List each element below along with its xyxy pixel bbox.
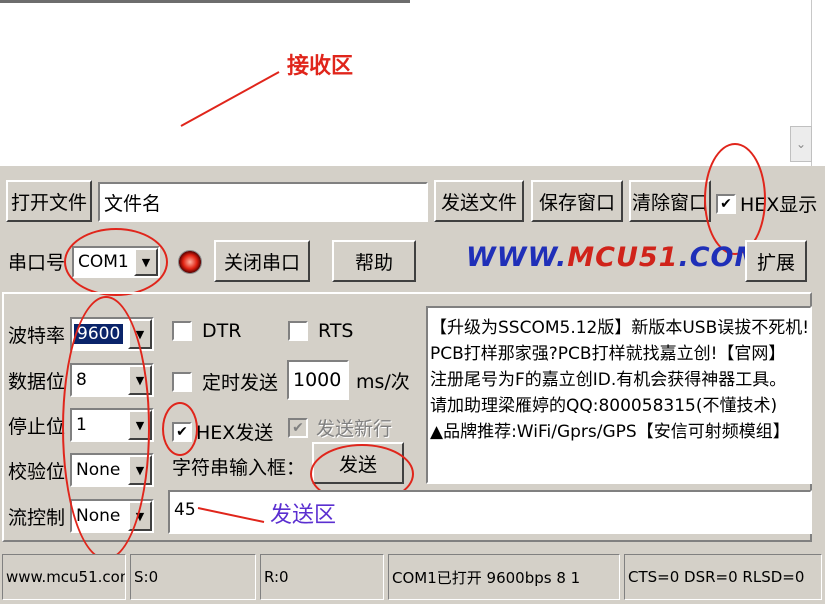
- status-received-count: R:0: [260, 554, 384, 600]
- chevron-down-icon[interactable]: ▼: [128, 319, 152, 349]
- parity-value: None: [76, 460, 121, 480]
- save-window-button[interactable]: 保存窗口: [531, 180, 623, 222]
- baud-select[interactable]: 9600 ▼: [70, 317, 154, 351]
- clear-window-button[interactable]: 清除窗口: [629, 180, 711, 222]
- info-line: 【升级为SSCOM5.12版】新版本USB误拔不死机!: [430, 317, 810, 338]
- hex-send-label: HEX发送: [196, 422, 274, 444]
- data-bits-select[interactable]: 8 ▼: [70, 363, 154, 397]
- stop-bits-label: 停止位: [8, 415, 66, 438]
- send-interval-input[interactable]: 1000: [287, 360, 349, 400]
- send-area-annotation: 发送区: [270, 503, 337, 528]
- status-site: www.mcu51.com: [2, 554, 126, 600]
- send-interval-unit: ms/次: [356, 370, 410, 393]
- port-value: COM1: [78, 252, 129, 272]
- baud-label: 波特率: [8, 324, 66, 347]
- chevron-down-icon[interactable]: ▼: [128, 365, 152, 395]
- send-button[interactable]: 发送: [312, 442, 404, 484]
- send-newline-checkbox[interactable]: ✔ 发送新行: [288, 414, 392, 441]
- hex-send-checkbox[interactable]: ✔ HEX发送: [172, 418, 273, 445]
- flow-control-label: 流控制: [8, 506, 66, 529]
- data-bits-value: 8: [76, 370, 87, 390]
- port-label: 串口号: [8, 251, 66, 274]
- timed-send-checkbox[interactable]: 定时发送: [172, 368, 278, 395]
- file-name-field[interactable]: 文件名: [98, 182, 428, 222]
- scrollbar-down-button[interactable]: ⌄: [790, 126, 812, 162]
- info-line[interactable]: PCB打样那家强?PCB打样就找嘉立创!【官网】: [430, 338, 785, 364]
- dtr-check-icon: [172, 321, 192, 341]
- rts-checkbox[interactable]: RTS: [288, 320, 354, 342]
- rts-check-icon: [288, 321, 308, 341]
- info-panel: 【升级为SSCOM5.12版】新版本USB误拔不死机! PCB打样那家强?PCB…: [426, 306, 812, 484]
- website-logo: WWW.MCU51.COM: [466, 242, 762, 273]
- flow-control-select[interactable]: None ▼: [70, 499, 154, 533]
- string-input-label: 字符串输入框：: [172, 456, 306, 479]
- flow-control-value: None: [76, 506, 121, 526]
- chevron-down-icon[interactable]: ▼: [128, 455, 152, 485]
- status-sent-count: S:0: [130, 554, 256, 600]
- expand-button[interactable]: 扩展: [745, 240, 807, 282]
- chevron-down-icon[interactable]: ▼: [128, 501, 152, 531]
- dtr-label: DTR: [202, 320, 242, 342]
- website-logo-text: WWW.MCU51.COM: [466, 242, 763, 273]
- receive-area[interactable]: [0, 0, 812, 166]
- receive-area-annotation: 接收区: [287, 54, 354, 79]
- port-status-led-icon: [178, 250, 202, 274]
- send-newline-label: 发送新行: [316, 418, 393, 440]
- timed-send-check-icon: [172, 371, 192, 392]
- parity-label: 校验位: [8, 460, 66, 483]
- close-port-button[interactable]: 关闭串口: [214, 240, 310, 282]
- chevron-down-icon[interactable]: ▼: [128, 410, 152, 440]
- help-button[interactable]: 帮助: [332, 240, 416, 282]
- chevron-down-icon[interactable]: ▼: [134, 248, 158, 276]
- stop-bits-value: 1: [76, 415, 87, 435]
- rts-label: RTS: [318, 320, 354, 342]
- open-file-button[interactable]: 打开文件: [6, 180, 92, 222]
- data-bits-label: 数据位: [8, 370, 66, 393]
- status-port-info: COM1已打开 9600bps 8 1: [388, 554, 620, 600]
- receive-annotation-arrow: [180, 71, 280, 127]
- timed-send-label: 定时发送: [202, 372, 279, 394]
- port-select[interactable]: COM1 ▼: [72, 246, 160, 278]
- parity-select[interactable]: None ▼: [70, 453, 154, 487]
- status-signals: CTS=0 DSR=0 RLSD=0: [624, 554, 822, 600]
- hex-display-label: HEX显示: [740, 194, 818, 216]
- hex-display-check-icon: ✔: [716, 193, 736, 214]
- stop-bits-select[interactable]: 1 ▼: [70, 408, 154, 442]
- baud-value: 9600: [74, 324, 124, 344]
- hex-send-check-icon: ✔: [172, 421, 192, 442]
- send-annotation-arrow: [197, 507, 265, 523]
- top-edge: [0, 0, 410, 3]
- send-file-button[interactable]: 发送文件: [434, 180, 524, 222]
- info-line[interactable]: 注册尾号为F的嘉立创ID.有机会获得神器工具。: [430, 364, 786, 390]
- info-line: 请加助理梁雁婷的QQ:800058315(不懂技术): [430, 395, 778, 416]
- info-line[interactable]: ▲品牌推荐:WiFi/Gprs/GPS【安信可射频模组】: [430, 416, 790, 442]
- send-newline-check-icon: ✔: [288, 417, 308, 438]
- dtr-checkbox[interactable]: DTR: [172, 320, 241, 342]
- hex-display-checkbox[interactable]: ✔ HEX显示: [716, 190, 817, 217]
